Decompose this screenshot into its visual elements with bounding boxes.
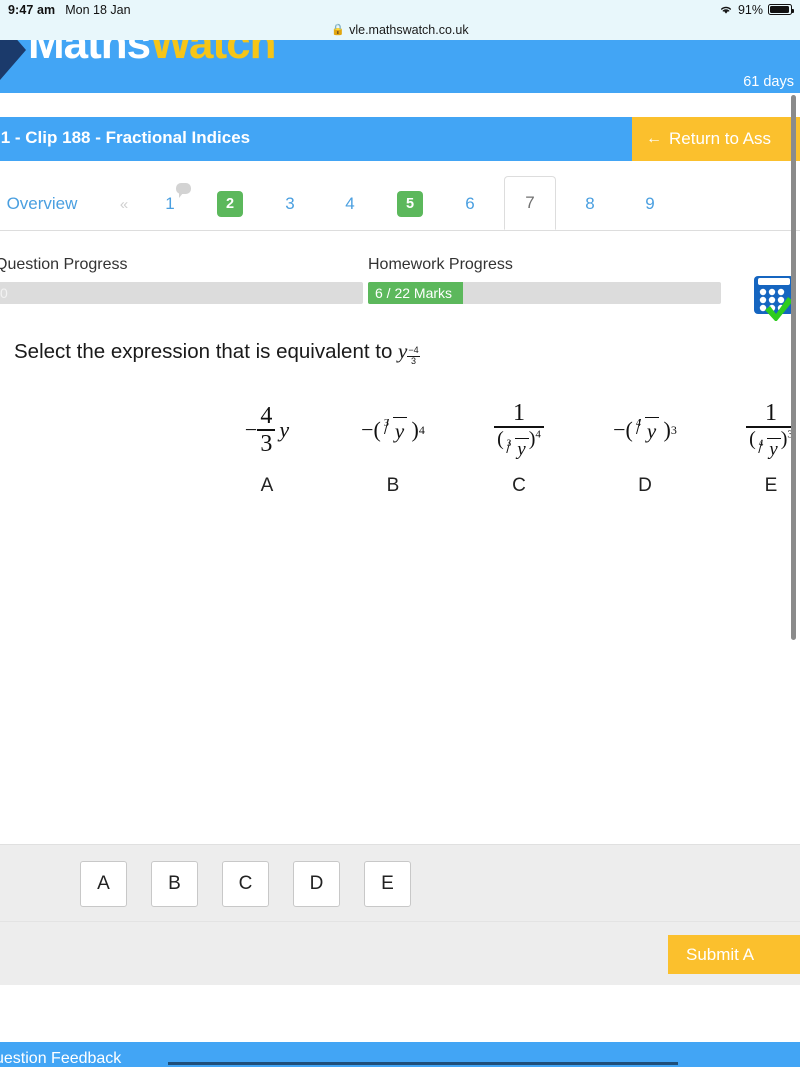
clip-title-bar: i1 - Clip 188 - Fractional Indices ← Ret… — [0, 117, 800, 161]
logo-secondary-text: Watch — [150, 40, 276, 68]
option-d-letter: D — [638, 475, 652, 496]
tab-previous-icon[interactable]: « — [104, 178, 144, 230]
tab-question-4[interactable]: 4 — [324, 178, 376, 230]
option-b-letter: B — [386, 475, 400, 496]
tab-overview[interactable]: Overview — [0, 178, 92, 230]
option-d-expression: −(4 y ) 3 — [613, 416, 677, 443]
days-left-label: 61 days — [743, 74, 794, 90]
option-d: −(4 y ) 3 D — [600, 399, 690, 497]
question-feedback-label: uestion Feedback — [0, 1050, 122, 1067]
homework-progress-value: 6 / 22 Marks — [368, 282, 464, 304]
browser-url-bar[interactable]: 🔒 vle.mathswatch.co.uk — [0, 19, 800, 40]
logo-chevron-icon — [0, 40, 26, 80]
page-scrollbar[interactable] — [791, 95, 796, 640]
status-date: Mon 18 Jan — [65, 2, 131, 17]
arrow-left-icon: ← — [646, 130, 662, 147]
return-to-assignment-button[interactable]: ← Return to Ass — [632, 117, 800, 161]
option-b: −(3 y ) 4 B — [348, 399, 438, 497]
tab-label: 4 — [345, 194, 355, 213]
answer-button-e[interactable]: E — [364, 861, 411, 907]
question-body: Select the expression that is equivalent… — [0, 321, 800, 844]
exponent-numerator: 4 — [413, 345, 419, 356]
page-bottom-whitespace — [0, 985, 800, 1035]
answer-options: −4 3 y A −(3 y ) 4 B 1 (3 y)4 C −(4 y… — [222, 399, 800, 497]
option-a-letter: A — [260, 475, 274, 496]
wifi-icon — [719, 4, 733, 15]
tab-question-8[interactable]: 8 — [564, 178, 616, 230]
status-time: 9:47 am — [8, 2, 56, 17]
question-feedback-bar[interactable]: uestion Feedback — [0, 1042, 800, 1067]
tab-badge-complete: 5 — [397, 191, 423, 217]
tab-label: 1 — [165, 194, 175, 213]
answer-button-b[interactable]: B — [151, 861, 198, 907]
option-b-expression: −(3 y ) 4 — [361, 416, 425, 443]
page-root: 9:47 am Mon 18 Jan 91% 🔒 vle.mathswatch.… — [0, 0, 800, 1067]
tab-badge-complete: 2 — [217, 191, 243, 217]
tab-label: 8 — [585, 194, 595, 213]
mathswatch-logo[interactable]: MathsWatch — [0, 40, 277, 80]
tab-question-2[interactable]: 2 — [204, 178, 256, 230]
question-prompt-text: Select the expression that is equivalent… — [14, 340, 399, 363]
question-prompt: Select the expression that is equivalent… — [14, 339, 420, 366]
answer-button-c[interactable]: C — [222, 861, 269, 907]
header-gap — [0, 93, 800, 117]
ios-status-bar: 9:47 am Mon 18 Jan 91% — [0, 0, 800, 19]
tab-question-6[interactable]: 6 — [444, 178, 496, 230]
tab-question-3[interactable]: 3 — [264, 178, 316, 230]
return-button-label: Return to Ass — [669, 129, 772, 148]
lock-icon: 🔒 — [331, 24, 346, 36]
tab-question-9[interactable]: 9 — [624, 178, 676, 230]
answer-buttons: A B C D E — [80, 861, 411, 907]
tab-label: 6 — [465, 194, 475, 213]
option-c-letter: C — [512, 475, 526, 496]
exponent-denominator: 3 — [411, 355, 417, 366]
option-e-letter: E — [764, 475, 778, 496]
tab-question-7[interactable]: 7 — [504, 176, 556, 230]
option-e: 1 (4y)3 E — [726, 399, 800, 497]
feedback-divider — [168, 1062, 678, 1065]
comment-bubble-icon[interactable] — [176, 183, 191, 198]
question-progress-label: Question Progress — [0, 256, 128, 273]
submit-bar: Submit A — [0, 921, 800, 985]
progress-section: Question Progress 0 Homework Progress 6 … — [0, 231, 800, 321]
option-a: −4 3 y A — [222, 399, 312, 497]
homework-progress-block: Homework Progress 6 / 22 Marks — [368, 256, 721, 304]
answer-button-a[interactable]: A — [80, 861, 127, 907]
option-e-expression: 1 (4y)3 — [746, 399, 796, 461]
question-tabs: Overview « 1 2 3 4 5 6 7 8 9 — [0, 161, 800, 231]
site-header: MathsWatch 61 days — [0, 40, 800, 93]
homework-progress-label: Homework Progress — [368, 256, 513, 273]
logo-primary-text: Maths — [28, 40, 151, 68]
tab-label: 7 — [525, 193, 535, 212]
tab-label: 9 — [645, 194, 655, 213]
submit-answer-button[interactable]: Submit A — [668, 935, 800, 974]
homework-progress-bar: 6 / 22 Marks — [368, 282, 721, 304]
url-text: vle.mathswatch.co.uk — [349, 22, 469, 37]
question-progress-block: Question Progress 0 — [0, 256, 363, 304]
battery-icon — [768, 4, 794, 15]
status-right-group: 91% — [719, 2, 794, 17]
question-progress-value: 0 — [0, 285, 8, 301]
tab-question-5[interactable]: 5 — [384, 178, 436, 230]
option-a-expression: −4 3 y — [244, 403, 290, 457]
answer-button-d[interactable]: D — [293, 861, 340, 907]
option-c: 1 (3 y)4 C — [474, 399, 564, 497]
tab-label: 3 — [285, 194, 295, 213]
battery-percent: 91% — [737, 2, 763, 17]
question-variable: y — [398, 339, 408, 363]
question-exponent: −4 3 — [407, 345, 420, 366]
clip-title: i1 - Clip 188 - Fractional Indices — [0, 128, 251, 147]
answer-button-strip: A B C D E — [0, 844, 800, 921]
option-c-expression: 1 (3 y)4 — [494, 399, 544, 461]
question-progress-bar: 0 — [0, 282, 363, 304]
